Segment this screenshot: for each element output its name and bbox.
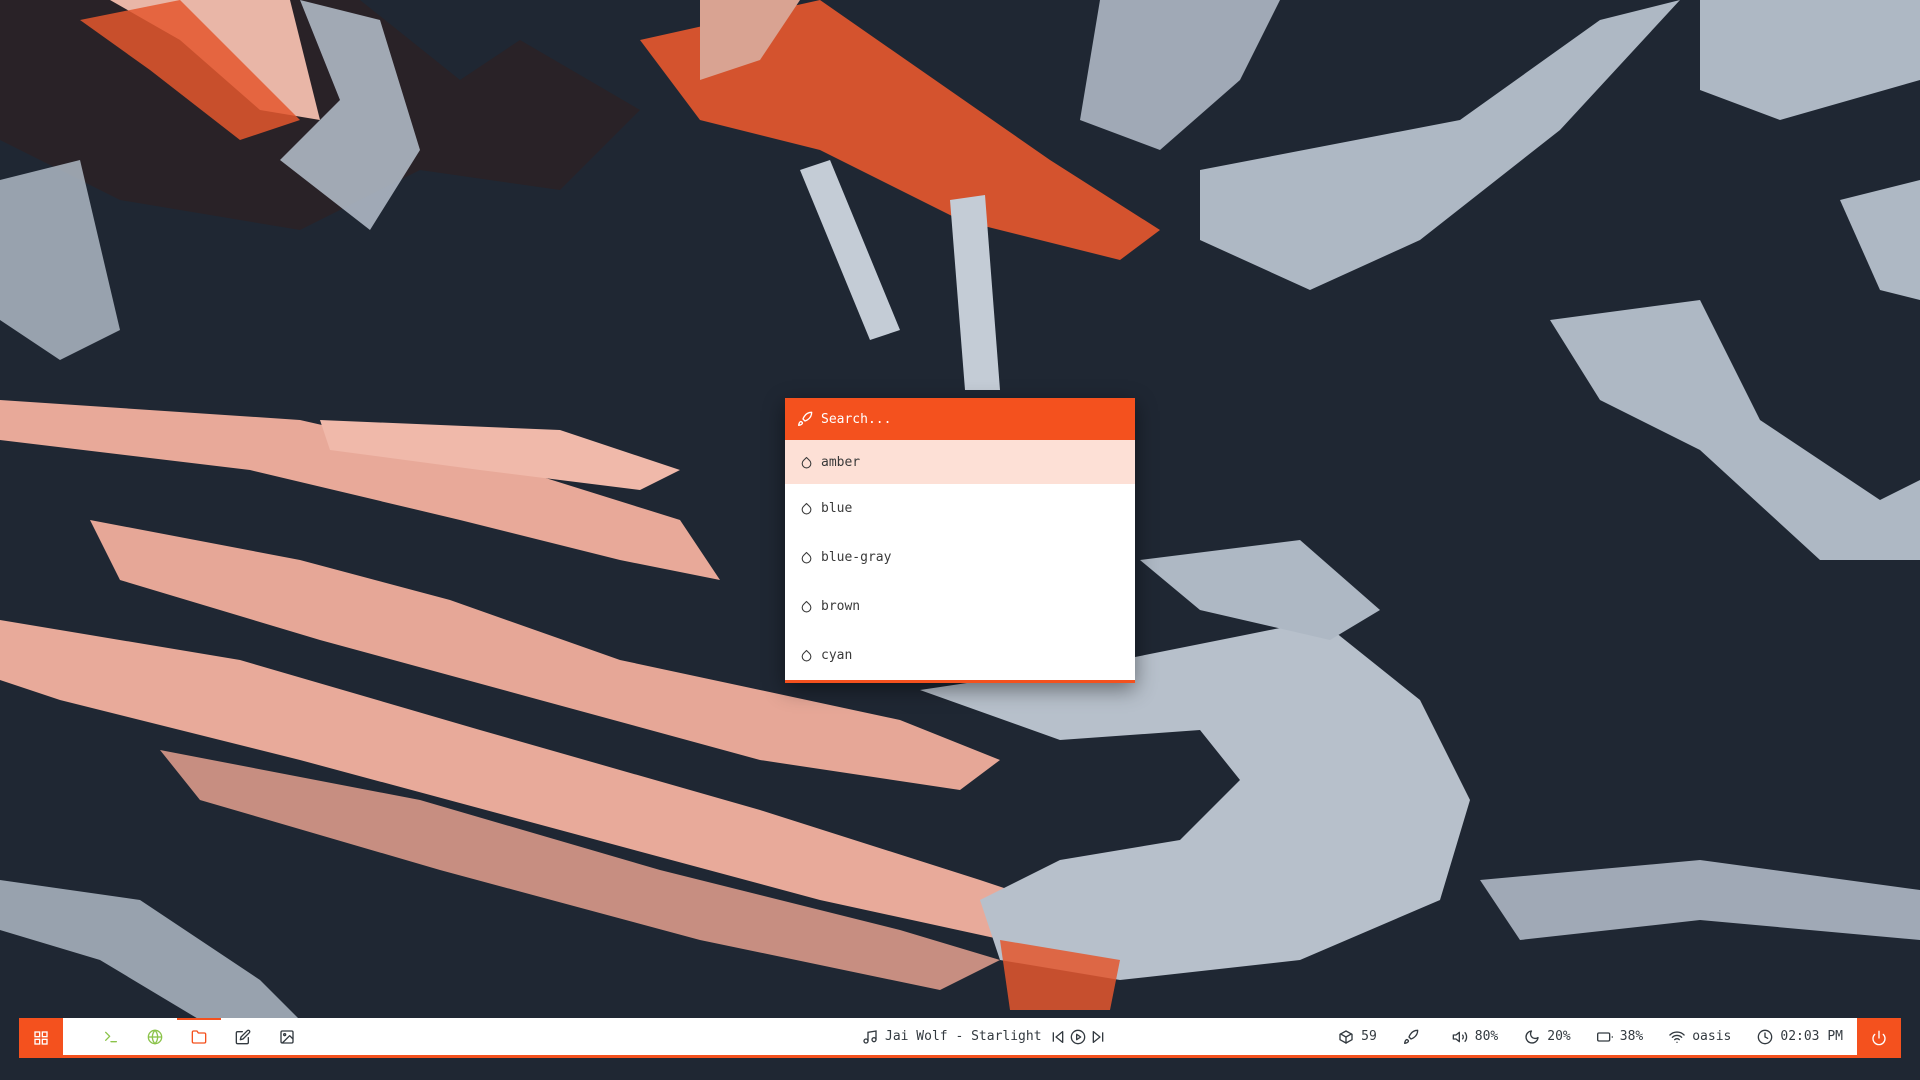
globe-icon bbox=[147, 1028, 163, 1045]
result-list: amber blue blue-gray brown cyan bbox=[785, 440, 1135, 680]
grid-icon bbox=[34, 1030, 48, 1045]
image-icon bbox=[280, 1029, 294, 1044]
edit-icon bbox=[235, 1029, 251, 1044]
drop-icon bbox=[801, 551, 812, 564]
list-item[interactable]: amber bbox=[785, 440, 1135, 484]
wifi-icon bbox=[1669, 1030, 1685, 1043]
previous-track-button[interactable] bbox=[1050, 1029, 1066, 1045]
rocket-icon bbox=[798, 411, 813, 426]
clock-time: 02:03 PM bbox=[1780, 1029, 1843, 1044]
search-bar[interactable] bbox=[785, 398, 1135, 440]
packages-count: 59 bbox=[1361, 1029, 1377, 1044]
drop-icon bbox=[801, 456, 812, 468]
wifi-indicator[interactable]: oasis bbox=[1669, 1029, 1731, 1045]
terminal-icon bbox=[105, 1031, 117, 1042]
clock-indicator[interactable]: 02:03 PM bbox=[1757, 1029, 1843, 1045]
theme-switcher-button[interactable] bbox=[1403, 1029, 1426, 1045]
brightness-indicator[interactable]: 20% bbox=[1524, 1029, 1571, 1045]
list-item-label: amber bbox=[821, 454, 861, 470]
music-note-icon bbox=[863, 1029, 877, 1044]
browser-button[interactable] bbox=[133, 1018, 177, 1055]
status-bar: Jai Wolf - Starlight 59 80% 20% 38% oasi… bbox=[19, 1017, 1901, 1058]
skip-forward-icon bbox=[1092, 1030, 1103, 1043]
package-icon bbox=[1339, 1029, 1353, 1044]
now-playing-title: Jai Wolf - Starlight bbox=[885, 1029, 1042, 1044]
search-input[interactable] bbox=[821, 411, 1101, 427]
editor-button[interactable] bbox=[221, 1018, 265, 1055]
packages-indicator[interactable]: 59 bbox=[1338, 1029, 1377, 1045]
folder-icon bbox=[191, 1029, 207, 1044]
list-item-label: blue bbox=[821, 501, 853, 516]
power-button[interactable] bbox=[1857, 1018, 1901, 1058]
terminal-button[interactable] bbox=[89, 1018, 133, 1055]
drop-icon bbox=[801, 600, 812, 613]
power-icon bbox=[1872, 1030, 1886, 1046]
list-item[interactable]: blue bbox=[785, 484, 1135, 533]
wifi-ssid: oasis bbox=[1692, 1029, 1732, 1044]
image-viewer-button[interactable] bbox=[265, 1018, 309, 1055]
skip-back-icon bbox=[1052, 1030, 1063, 1043]
list-item[interactable]: blue-gray bbox=[785, 533, 1135, 582]
list-item[interactable]: brown bbox=[785, 582, 1135, 631]
battery-icon bbox=[1596, 1031, 1613, 1042]
system-tray: 59 80% 20% 38% oasis 02:03 PM bbox=[1312, 1018, 1843, 1055]
volume-indicator[interactable]: 80% bbox=[1452, 1029, 1498, 1045]
battery-value: 38% bbox=[1619, 1029, 1644, 1044]
next-track-button[interactable] bbox=[1090, 1029, 1106, 1045]
play-button[interactable] bbox=[1070, 1029, 1086, 1045]
list-item-label: brown bbox=[821, 599, 861, 614]
volume-value: 80% bbox=[1474, 1029, 1499, 1044]
drop-icon bbox=[801, 502, 812, 515]
list-item[interactable]: cyan bbox=[785, 631, 1135, 680]
volume-icon bbox=[1452, 1031, 1467, 1042]
app-launcher-group bbox=[89, 1018, 309, 1055]
app-menu-button[interactable] bbox=[19, 1017, 63, 1058]
drop-icon bbox=[801, 649, 812, 662]
moon-icon bbox=[1525, 1029, 1539, 1044]
play-icon bbox=[1070, 1029, 1085, 1044]
media-player: Jai Wolf - Starlight bbox=[862, 1018, 1110, 1055]
clock-icon bbox=[1758, 1029, 1773, 1044]
list-item-label: cyan bbox=[821, 648, 853, 663]
list-item-label: blue-gray bbox=[821, 550, 892, 565]
launcher-popup: amber blue blue-gray brown cyan bbox=[785, 398, 1135, 683]
brightness-value: 20% bbox=[1547, 1029, 1571, 1044]
battery-indicator[interactable]: 38% bbox=[1596, 1029, 1644, 1045]
rocket-icon bbox=[1403, 1029, 1419, 1044]
files-button[interactable] bbox=[177, 1018, 221, 1055]
